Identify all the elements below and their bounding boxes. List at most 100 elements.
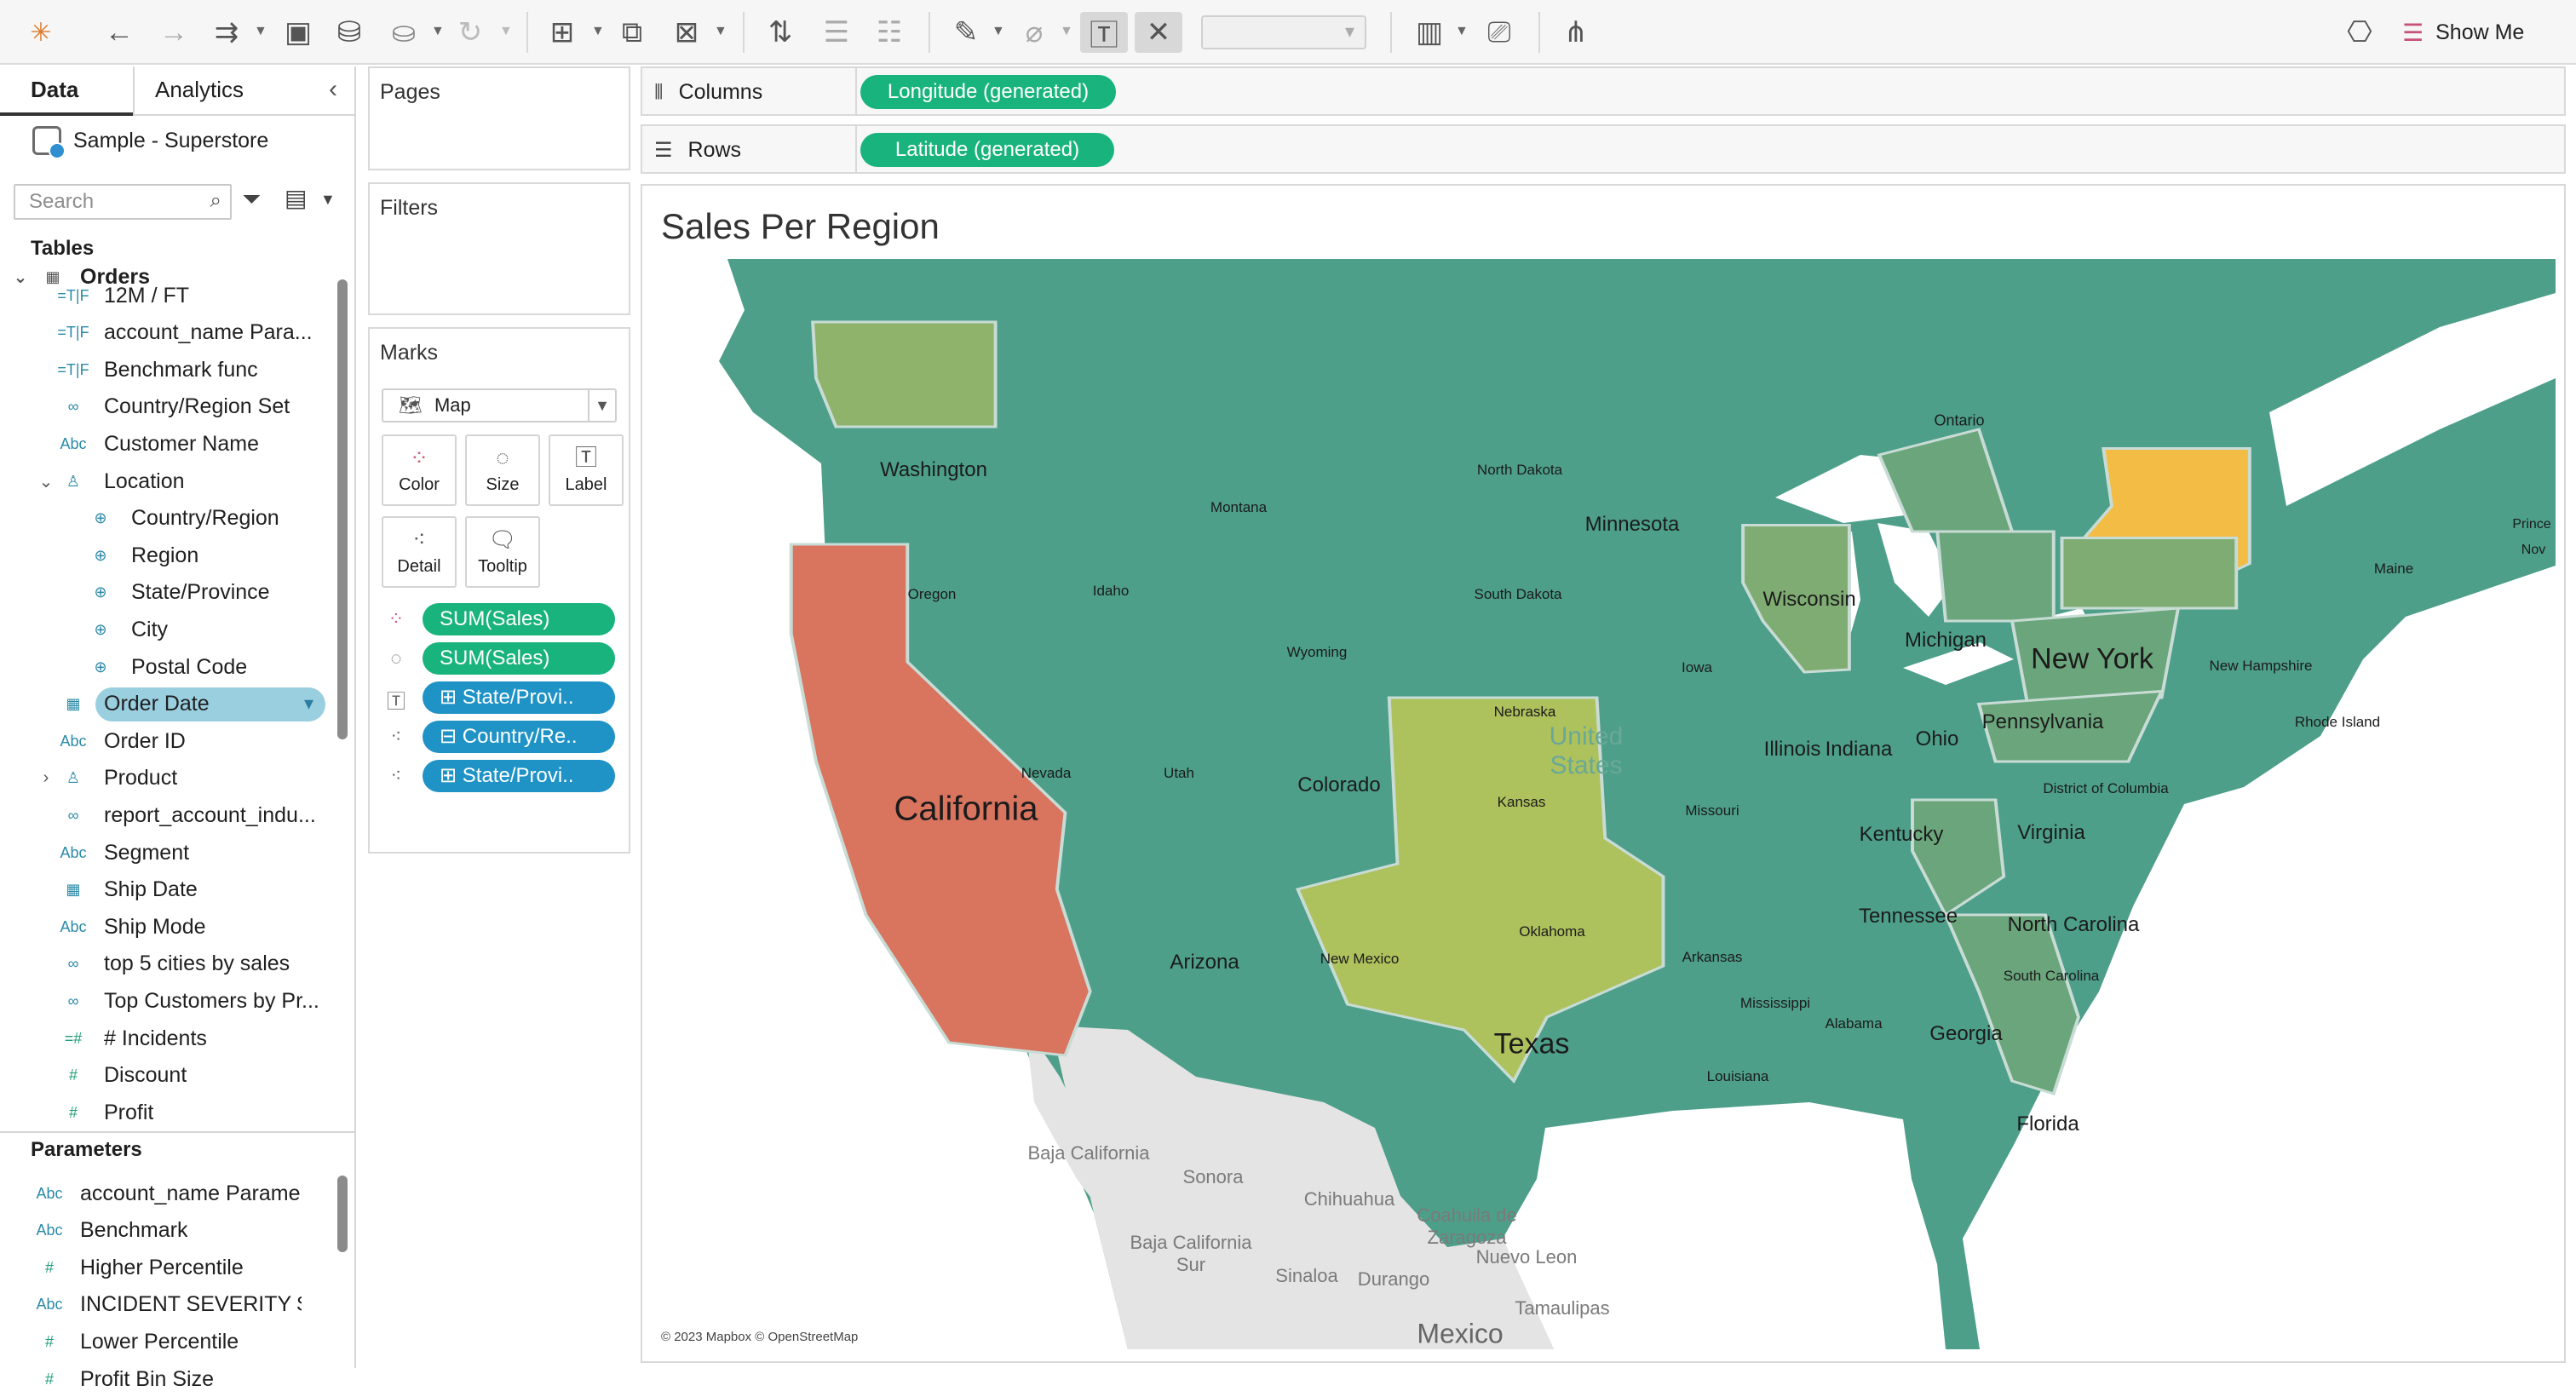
detail-button[interactable]: ⁖ Detail	[382, 516, 457, 588]
field-item[interactable]: ⌄ ♙ Location	[0, 463, 339, 499]
parameter-item[interactable]: # Profit Bin Size	[0, 1361, 339, 1397]
collapse-pane-icon[interactable]: ‹	[329, 75, 337, 104]
search-input[interactable]	[29, 187, 199, 217]
field-item[interactable]: # Profit	[0, 1095, 339, 1130]
state-pennsylvania[interactable]	[2060, 537, 2239, 610]
marks-pill[interactable]: SUM(Sales)	[423, 642, 615, 675]
fix-axes-icon[interactable]: ✕	[1135, 12, 1182, 53]
parameter-item[interactable]: Abc Benchmark	[0, 1213, 339, 1249]
highlight-caret-icon[interactable]: ▼	[992, 24, 1005, 39]
longitude-pill[interactable]: Longitude (generated)	[860, 75, 1116, 109]
field-item[interactable]: ⊕ Country/Region	[0, 501, 339, 537]
marks-field-size[interactable]: ◌ SUM(Sales)	[382, 642, 617, 676]
latitude-pill[interactable]: Latitude (generated)	[860, 133, 1114, 167]
columns-shelf[interactable]: ⦀ Columns Longitude (generated)	[641, 66, 2566, 116]
new-worksheet-caret-icon[interactable]: ▼	[591, 24, 605, 39]
marks-field-detail-2[interactable]: ⁖ ⊞ State/Provi..	[382, 760, 617, 794]
new-worksheet-icon[interactable]: ⊞	[542, 12, 583, 53]
replay-icon[interactable]: ⇉	[206, 12, 247, 53]
label-button[interactable]: 🅃 Label	[549, 434, 624, 506]
marks-field-detail[interactable]: ⁖ ⊟ Country/Re..	[382, 721, 617, 755]
view-options-icon[interactable]: ▤	[285, 184, 307, 212]
parameter-item[interactable]: Abc account_name Parame...	[0, 1176, 339, 1211]
show-mark-labels-icon[interactable]: 🅃	[1080, 12, 1128, 53]
field-item[interactable]: ⊕ City	[0, 612, 339, 647]
field-item[interactable]: › ♙ Product	[0, 761, 339, 796]
show-me-button[interactable]: ☰ Show Me	[2402, 12, 2524, 53]
size-button[interactable]: ◌ Size	[465, 434, 540, 506]
field-item[interactable]: ▦ Order Date	[0, 687, 339, 722]
field-item[interactable]: ∞ report_account_indu...	[0, 797, 339, 833]
new-datasource-icon[interactable]: ⛁	[329, 12, 370, 53]
field-item[interactable]: Abc Segment	[0, 835, 339, 871]
duplicate-sheet-icon[interactable]: ⧉	[612, 12, 653, 53]
field-item[interactable]: Abc Customer Name	[0, 426, 339, 462]
field-item[interactable]: ∞ top 5 cities by sales	[0, 946, 339, 982]
rows-shelf[interactable]: ☰ Rows Latitude (generated)	[641, 124, 2566, 174]
field-item[interactable]: ⊕ State/Province	[0, 575, 339, 611]
mark-type-dropdown[interactable]: 🗺 Map ▼	[382, 388, 617, 423]
color-button[interactable]: ⁘ Color	[382, 434, 457, 506]
field-label: Benchmark func	[104, 357, 258, 382]
field-item[interactable]: =# # Incidents	[0, 1020, 339, 1056]
presentation-mode-icon[interactable]: ⎚	[1479, 12, 1520, 53]
filled-map[interactable]: Washington Montana North Dakota Minnesota Or…	[651, 259, 2556, 1349]
parameter-item[interactable]: # Lower Percentile	[0, 1324, 339, 1360]
swap-rows-columns-icon[interactable]: ⇅	[760, 12, 801, 53]
marks-field-label[interactable]: 🅃 ⊞ State/Provi..	[382, 681, 617, 716]
state-label: Florida	[2016, 1112, 2079, 1135]
parameter-item[interactable]: # Higher Percentile	[0, 1250, 339, 1285]
field-item[interactable]: =T|F 12M / FT	[0, 278, 339, 313]
marks-pill[interactable]: ⊞ State/Provi..	[423, 681, 615, 714]
show-cards-caret-icon[interactable]: ▼	[1455, 24, 1469, 39]
field-item[interactable]: =T|F account_name Para...	[0, 315, 339, 351]
marks-field-color[interactable]: ⁘ SUM(Sales)	[382, 603, 617, 637]
clear-sheet-caret-icon[interactable]: ▼	[714, 24, 727, 39]
field-item[interactable]: Abc Ship Mode	[0, 909, 339, 945]
marks-pill[interactable]: ⊟ Country/Re..	[423, 721, 615, 753]
save-icon[interactable]: ▣	[278, 12, 319, 53]
view-options-caret-icon[interactable]: ▼	[320, 191, 336, 209]
region-label: Baja California Sur	[1130, 1232, 1252, 1275]
field-item[interactable]: ∞ Country/Region Set	[0, 389, 339, 425]
fields-scrollbar[interactable]	[337, 279, 348, 739]
field-item[interactable]: ▦ Ship Date	[0, 872, 339, 908]
map-attribution[interactable]: © 2023 Mapbox © OpenStreetMap	[661, 1330, 858, 1344]
field-item[interactable]: # Discount	[0, 1058, 339, 1094]
field-label: Country/Region Set	[104, 394, 290, 419]
marks-pill[interactable]: ⊞ State/Provi..	[423, 760, 615, 792]
marks-pill[interactable]: SUM(Sales)	[423, 603, 615, 635]
field-item[interactable]: Abc Order ID	[0, 723, 339, 759]
field-type-icon: ▦	[66, 881, 81, 899]
tab-data[interactable]: Data	[31, 77, 78, 103]
shelf-separator	[855, 68, 857, 114]
undo-icon[interactable]: ←	[99, 12, 140, 53]
format-painter-icon[interactable]: ⎔	[2339, 12, 2380, 53]
datasource-item[interactable]: Sample - Superstore	[32, 126, 268, 159]
pause-caret-icon[interactable]: ▼	[431, 24, 445, 39]
state-ohio[interactable]	[1935, 530, 2056, 623]
filter-icon[interactable]: ⏷	[242, 186, 261, 214]
sheet-title[interactable]: Sales Per Region	[661, 206, 940, 247]
field-item[interactable]: ⊕ Region	[0, 538, 339, 573]
filters-card[interactable]: Filters	[368, 182, 630, 315]
tab-analytics[interactable]: Analytics	[155, 77, 244, 103]
pages-card[interactable]: Pages	[368, 66, 630, 170]
tableau-logo-icon[interactable]: ✳	[24, 12, 58, 53]
field-item[interactable]: ∞ Top Customers by Pr...	[0, 983, 339, 1019]
field-item[interactable]: =T|F Benchmark func	[0, 352, 339, 388]
share-icon[interactable]: ⋔	[1555, 12, 1596, 53]
replay-caret-icon[interactable]: ▼	[254, 24, 267, 39]
tooltip-button[interactable]: 🗨 Tooltip	[465, 516, 540, 588]
expand-folder-icon[interactable]: ⌄	[37, 471, 55, 492]
parameter-item[interactable]: Abc INCIDENT SEVERITY $ ...	[0, 1287, 339, 1323]
clear-sheet-icon[interactable]: ⊠	[666, 12, 707, 53]
state-washington[interactable]	[811, 320, 998, 428]
fit-dropdown[interactable]	[1201, 15, 1366, 49]
show-cards-icon[interactable]: ▥	[1409, 12, 1450, 53]
field-item[interactable]: ⊕ Postal Code	[0, 649, 339, 685]
parameters-scrollbar[interactable]	[337, 1176, 348, 1252]
expand-folder-icon[interactable]: ›	[37, 768, 55, 788]
pause-updates-icon[interactable]: ⛀	[383, 12, 424, 53]
highlight-icon[interactable]: ✎	[946, 12, 986, 53]
